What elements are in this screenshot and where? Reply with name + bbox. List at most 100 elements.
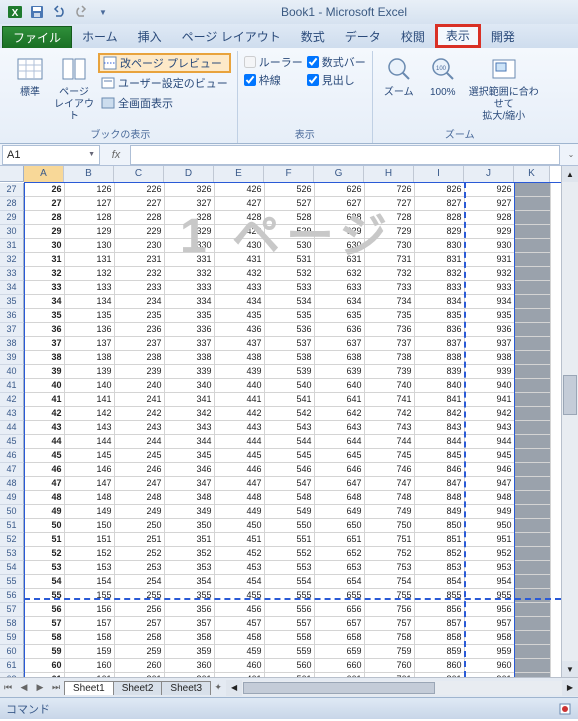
col-header-B[interactable]: B — [64, 166, 114, 183]
zoom-button[interactable]: ズーム — [379, 53, 419, 99]
col-header-H[interactable]: H — [364, 166, 414, 183]
tab-review[interactable]: 校閲 — [391, 26, 435, 48]
group-workbook-views: 標準 ページ レイアウト 改ページ プレビュー ユーザー設定のビュー 全画面表示 — [4, 51, 238, 143]
row-header-57[interactable]: 57 — [0, 603, 24, 617]
row-header-44[interactable]: 44 — [0, 421, 24, 435]
row-header-41[interactable]: 41 — [0, 379, 24, 393]
row-header-27[interactable]: 27 — [0, 183, 24, 197]
row-header-32[interactable]: 32 — [0, 253, 24, 267]
tab-developer[interactable]: 開発 — [481, 26, 525, 48]
save-icon[interactable] — [28, 3, 46, 21]
namebox-dropdown-icon[interactable]: ▼ — [88, 151, 95, 158]
fx-label[interactable]: fx — [102, 149, 130, 161]
sheet-nav-next[interactable]: ▶ — [32, 680, 48, 696]
row-header-48[interactable]: 48 — [0, 477, 24, 491]
col-header-K[interactable]: K — [514, 166, 550, 183]
vscroll-thumb[interactable] — [563, 375, 577, 415]
row-header-52[interactable]: 52 — [0, 533, 24, 547]
col-header-E[interactable]: E — [214, 166, 264, 183]
ruler-checkbox[interactable]: ルーラー — [244, 53, 303, 71]
row-header-39[interactable]: 39 — [0, 351, 24, 365]
row-header-37[interactable]: 37 — [0, 323, 24, 337]
col-header-G[interactable]: G — [314, 166, 364, 183]
row-header-40[interactable]: 40 — [0, 365, 24, 379]
sheet-nav-last[interactable]: ⏭ — [48, 680, 64, 696]
page-layout-icon — [58, 53, 90, 85]
col-header-A[interactable]: A — [24, 166, 64, 183]
row-header-29[interactable]: 29 — [0, 211, 24, 225]
tab-home[interactable]: ホーム — [72, 26, 128, 48]
row-header-46[interactable]: 46 — [0, 449, 24, 463]
hscroll-thumb[interactable] — [243, 682, 435, 694]
col-header-J[interactable]: J — [464, 166, 514, 183]
select-all-corner[interactable] — [0, 166, 24, 182]
row-header-36[interactable]: 36 — [0, 309, 24, 323]
sheet-tab-Sheet3[interactable]: Sheet3 — [161, 681, 211, 695]
page-layout-view-button[interactable]: ページ レイアウト — [54, 53, 94, 123]
scroll-down-icon[interactable]: ▼ — [562, 661, 578, 677]
gridlines-checkbox[interactable]: 枠線 — [244, 71, 303, 89]
tab-data[interactable]: データ — [335, 26, 391, 48]
row-header-35[interactable]: 35 — [0, 295, 24, 309]
vertical-scrollbar[interactable]: ▲ ▼ — [561, 166, 578, 677]
sheet-nav-first[interactable]: ⏮ — [0, 680, 16, 696]
row-header-54[interactable]: 54 — [0, 561, 24, 575]
scroll-right-icon[interactable]: ▶ — [562, 680, 578, 696]
col-header-I[interactable]: I — [414, 166, 464, 183]
qat-dropdown-icon[interactable]: ▼ — [94, 3, 112, 21]
row-header-56[interactable]: 56 — [0, 589, 24, 603]
zoom-selection-icon — [488, 53, 520, 85]
row-header-61[interactable]: 61 — [0, 659, 24, 673]
row-header-28[interactable]: 28 — [0, 197, 24, 211]
headings-checkbox[interactable]: 見出し — [307, 71, 366, 89]
row-header-49[interactable]: 49 — [0, 491, 24, 505]
new-sheet-button[interactable]: ✦ — [210, 680, 226, 696]
row-header-31[interactable]: 31 — [0, 239, 24, 253]
row-header-50[interactable]: 50 — [0, 505, 24, 519]
col-header-D[interactable]: D — [164, 166, 214, 183]
sheet-tab-Sheet2[interactable]: Sheet2 — [113, 681, 163, 695]
horizontal-scrollbar[interactable]: ◀ ▶ — [226, 678, 578, 697]
scroll-up-icon[interactable]: ▲ — [562, 166, 578, 182]
tab-insert[interactable]: 挿入 — [128, 26, 172, 48]
row-header-53[interactable]: 53 — [0, 547, 24, 561]
tab-formulas[interactable]: 数式 — [291, 26, 335, 48]
row-header-55[interactable]: 55 — [0, 575, 24, 589]
row-header-45[interactable]: 45 — [0, 435, 24, 449]
full-screen-button[interactable]: 全画面表示 — [98, 93, 231, 113]
zoom-selection-button[interactable]: 選択範囲に合わせて 拡大/縮小 — [467, 53, 541, 123]
row-header-34[interactable]: 34 — [0, 281, 24, 295]
row-header-47[interactable]: 47 — [0, 463, 24, 477]
row-header-43[interactable]: 43 — [0, 407, 24, 421]
sheet-nav-prev[interactable]: ◀ — [16, 680, 32, 696]
formula-bar-checkbox[interactable]: 数式バー — [307, 53, 366, 71]
row-header-58[interactable]: 58 — [0, 617, 24, 631]
tab-view[interactable]: 表示 — [435, 24, 481, 48]
tab-file[interactable]: ファイル — [2, 26, 72, 48]
row-header-59[interactable]: 59 — [0, 631, 24, 645]
name-box[interactable]: A1▼ — [2, 145, 100, 165]
formula-bar-expand-icon[interactable]: ⌄ — [564, 150, 578, 159]
col-header-F[interactable]: F — [264, 166, 314, 183]
row-header-33[interactable]: 33 — [0, 267, 24, 281]
normal-view-button[interactable]: 標準 — [10, 53, 50, 99]
page-layout-view-label: ページ レイアウト — [54, 87, 94, 123]
row-header-42[interactable]: 42 — [0, 393, 24, 407]
cells-grid[interactable]: 2612622632642652662672682692627127227327… — [24, 183, 551, 677]
row-header-60[interactable]: 60 — [0, 645, 24, 659]
sheet-tab-Sheet1[interactable]: Sheet1 — [64, 681, 114, 695]
zoom-100-button[interactable]: 100 100% — [423, 53, 463, 99]
scroll-left-icon[interactable]: ◀ — [226, 680, 242, 696]
row-header-30[interactable]: 30 — [0, 225, 24, 239]
redo-icon[interactable] — [72, 3, 90, 21]
row-header-51[interactable]: 51 — [0, 519, 24, 533]
undo-icon[interactable] — [50, 3, 68, 21]
custom-views-button[interactable]: ユーザー設定のビュー — [98, 73, 231, 93]
row-header-38[interactable]: 38 — [0, 337, 24, 351]
col-header-C[interactable]: C — [114, 166, 164, 183]
page-break-preview-button[interactable]: 改ページ プレビュー — [98, 53, 231, 73]
row-header-62[interactable]: 62 — [0, 673, 24, 677]
tab-pagelayout[interactable]: ページ レイアウト — [172, 26, 291, 48]
formula-bar-input[interactable] — [130, 145, 560, 165]
record-macro-icon[interactable] — [558, 702, 572, 716]
